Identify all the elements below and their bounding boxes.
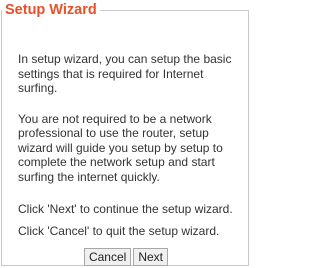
- wizard-title: Setup Wizard: [2, 1, 100, 19]
- intro-paragraph: In setup wizard, you can setup the basic…: [18, 52, 232, 95]
- next-instruction: Click 'Next' to continue the setup wizar…: [18, 202, 233, 216]
- wizard-button-row: Cancel Next: [0, 248, 252, 266]
- next-button[interactable]: Next: [133, 248, 169, 266]
- guidance-paragraph: You are not required to be a network pro…: [18, 111, 223, 184]
- cancel-button[interactable]: Cancel: [83, 248, 132, 266]
- wizard-body: In setup wizard, you can setup the basic…: [18, 52, 246, 238]
- cancel-instruction: Click 'Cancel' to quit the setup wizard.: [18, 223, 220, 238]
